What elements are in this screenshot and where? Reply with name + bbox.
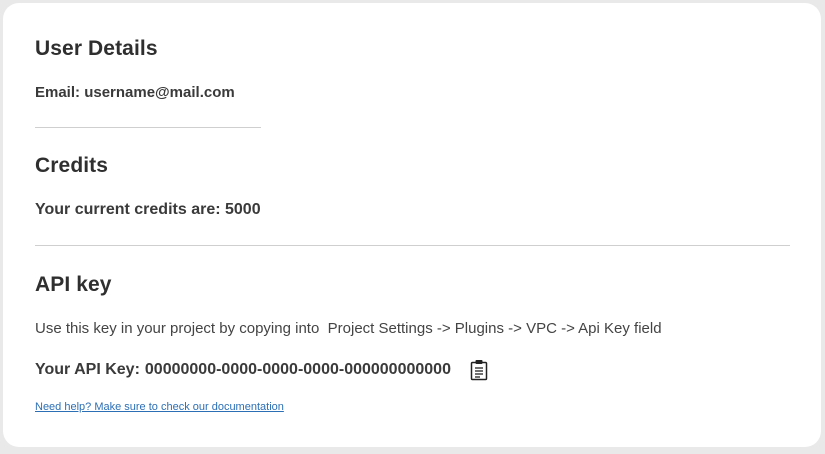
credits-value: 5000 [225, 201, 261, 218]
clipboard-icon[interactable] [469, 359, 489, 381]
divider [35, 245, 790, 246]
credits-heading: Credits [35, 154, 109, 177]
email-value: username@mail.com [84, 84, 235, 101]
api-key-value[interactable]: 00000000-0000-0000-0000-000000000000 [145, 361, 451, 379]
documentation-link[interactable]: Need help? Make sure to check our docume… [35, 401, 284, 413]
user-details-heading: User Details [35, 37, 158, 60]
api-key-heading: API key [35, 273, 112, 296]
account-card: User Details Email: username@mail.com Cr… [3, 3, 821, 447]
credits-label: Your current credits are: [35, 201, 221, 218]
divider [35, 127, 261, 128]
api-key-label: Your API Key: [35, 361, 140, 378]
clipboard-icon-graphic [470, 360, 488, 381]
email-line: Email: username@mail.com [35, 84, 235, 101]
api-key-instructions: Use this key in your project by copying … [35, 320, 662, 337]
credits-line: Your current credits are: 5000 [35, 201, 261, 219]
api-key-row: Your API Key: 00000000-0000-0000-0000-00… [35, 359, 489, 381]
email-label: Email: [35, 84, 81, 101]
